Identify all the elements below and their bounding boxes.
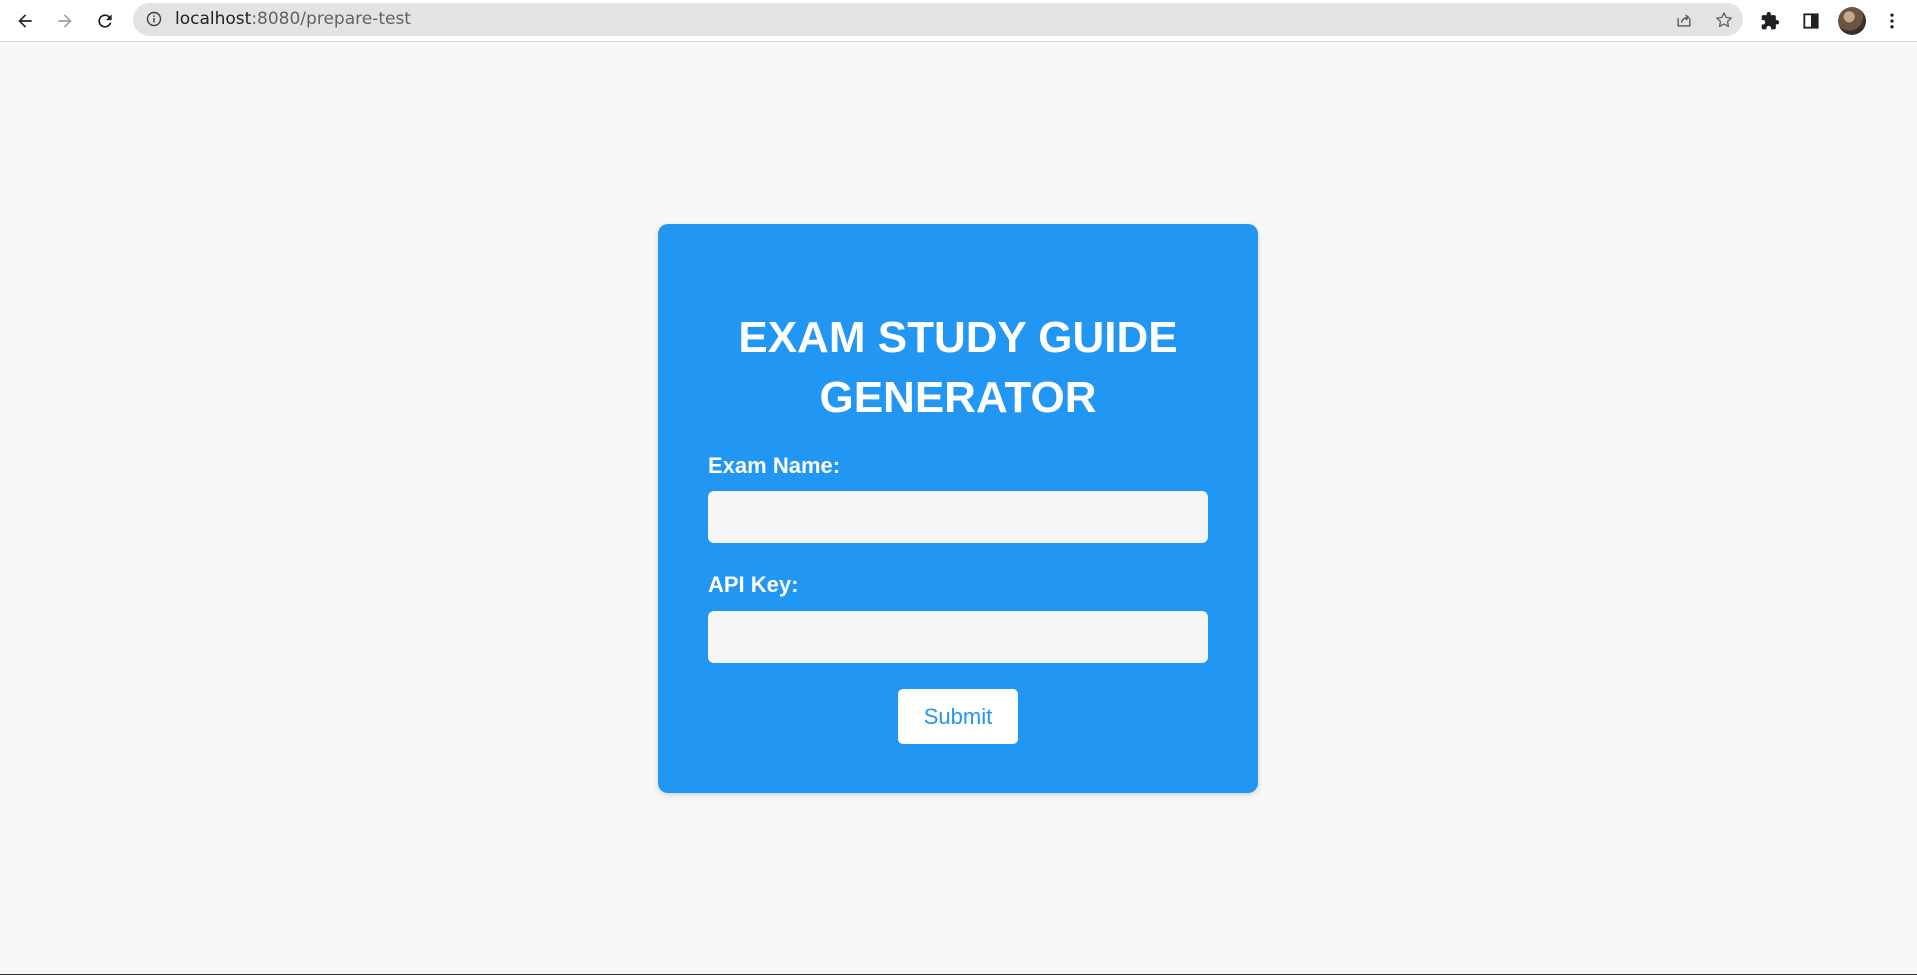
arrow-left-icon [18,14,32,28]
back-button[interactable] [10,6,40,36]
reload-icon [98,14,112,28]
kebab-menu-icon [1890,13,1894,29]
address-bar[interactable]: localhost:8080/prepare-test [133,3,1743,36]
api-key-input[interactable] [708,611,1208,663]
exam-name-input[interactable] [708,491,1208,543]
side-panel-button[interactable] [1796,6,1826,36]
info-icon[interactable] [146,11,162,27]
bookmark-button[interactable] [1713,9,1735,31]
avatar[interactable] [1838,7,1866,35]
submit-button[interactable]: Submit [898,689,1018,744]
exam-name-label: Exam Name: [708,453,841,478]
arrow-right-icon [58,14,72,28]
puzzle-icon [1761,11,1780,30]
form-card: EXAM STUDY GUIDE GENERATOR Exam Name: AP… [658,224,1258,793]
api-key-label: API Key: [708,572,799,597]
reload-button[interactable] [90,6,120,36]
url-host: localhost [175,9,252,29]
forward-button[interactable] [50,6,80,36]
share-icon [1677,14,1691,27]
url-text[interactable]: localhost:8080/prepare-test [175,3,411,36]
page-title: EXAM STUDY GUIDE GENERATOR [738,313,1178,422]
extensions-button[interactable] [1755,6,1785,36]
menu-button[interactable] [1877,6,1907,36]
side-panel-icon [1803,13,1819,29]
share-button[interactable] [1673,9,1695,31]
star-icon [1716,12,1732,28]
url-path: :8080/prepare-test [251,9,411,29]
browser-toolbar: localhost:8080/prepare-test [0,0,1917,42]
